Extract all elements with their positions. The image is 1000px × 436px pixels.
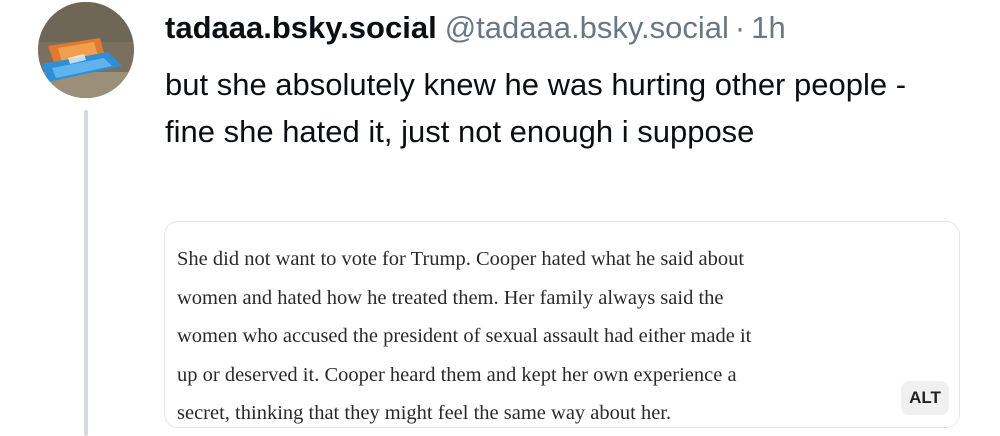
image-text-line: women and hated how he treated them. Her… <box>177 286 724 309</box>
image-text-line: women who accused the president of sexua… <box>177 325 752 347</box>
post-header: tadaaa.bsky.social @tadaaa.bsky.social · 1h <box>165 8 786 48</box>
separator-dot: · <box>734 10 746 45</box>
alt-text-button[interactable]: ALT <box>901 381 949 415</box>
image-text-line: secret, thinking that they might feel th… <box>177 402 672 424</box>
avatar-photo-icon <box>38 2 134 98</box>
author-name[interactable]: tadaaa.bsky.social <box>165 10 437 45</box>
author-handle[interactable]: @tadaaa.bsky.social <box>445 10 729 45</box>
embedded-image[interactable]: She did not want to vote for Trump. Coop… <box>164 221 960 428</box>
post-text: but she absolutely knew he was hurting o… <box>165 67 907 149</box>
avatar[interactable] <box>38 2 134 98</box>
image-text: She did not want to vote for Trump. Coop… <box>177 240 937 427</box>
thread-line <box>84 110 88 436</box>
post-timestamp[interactable]: 1h <box>751 10 785 45</box>
image-text-line: up or deserved it. Cooper heard them and… <box>177 363 737 386</box>
image-text-line: She did not want to vote for Trump. Coop… <box>177 248 745 270</box>
